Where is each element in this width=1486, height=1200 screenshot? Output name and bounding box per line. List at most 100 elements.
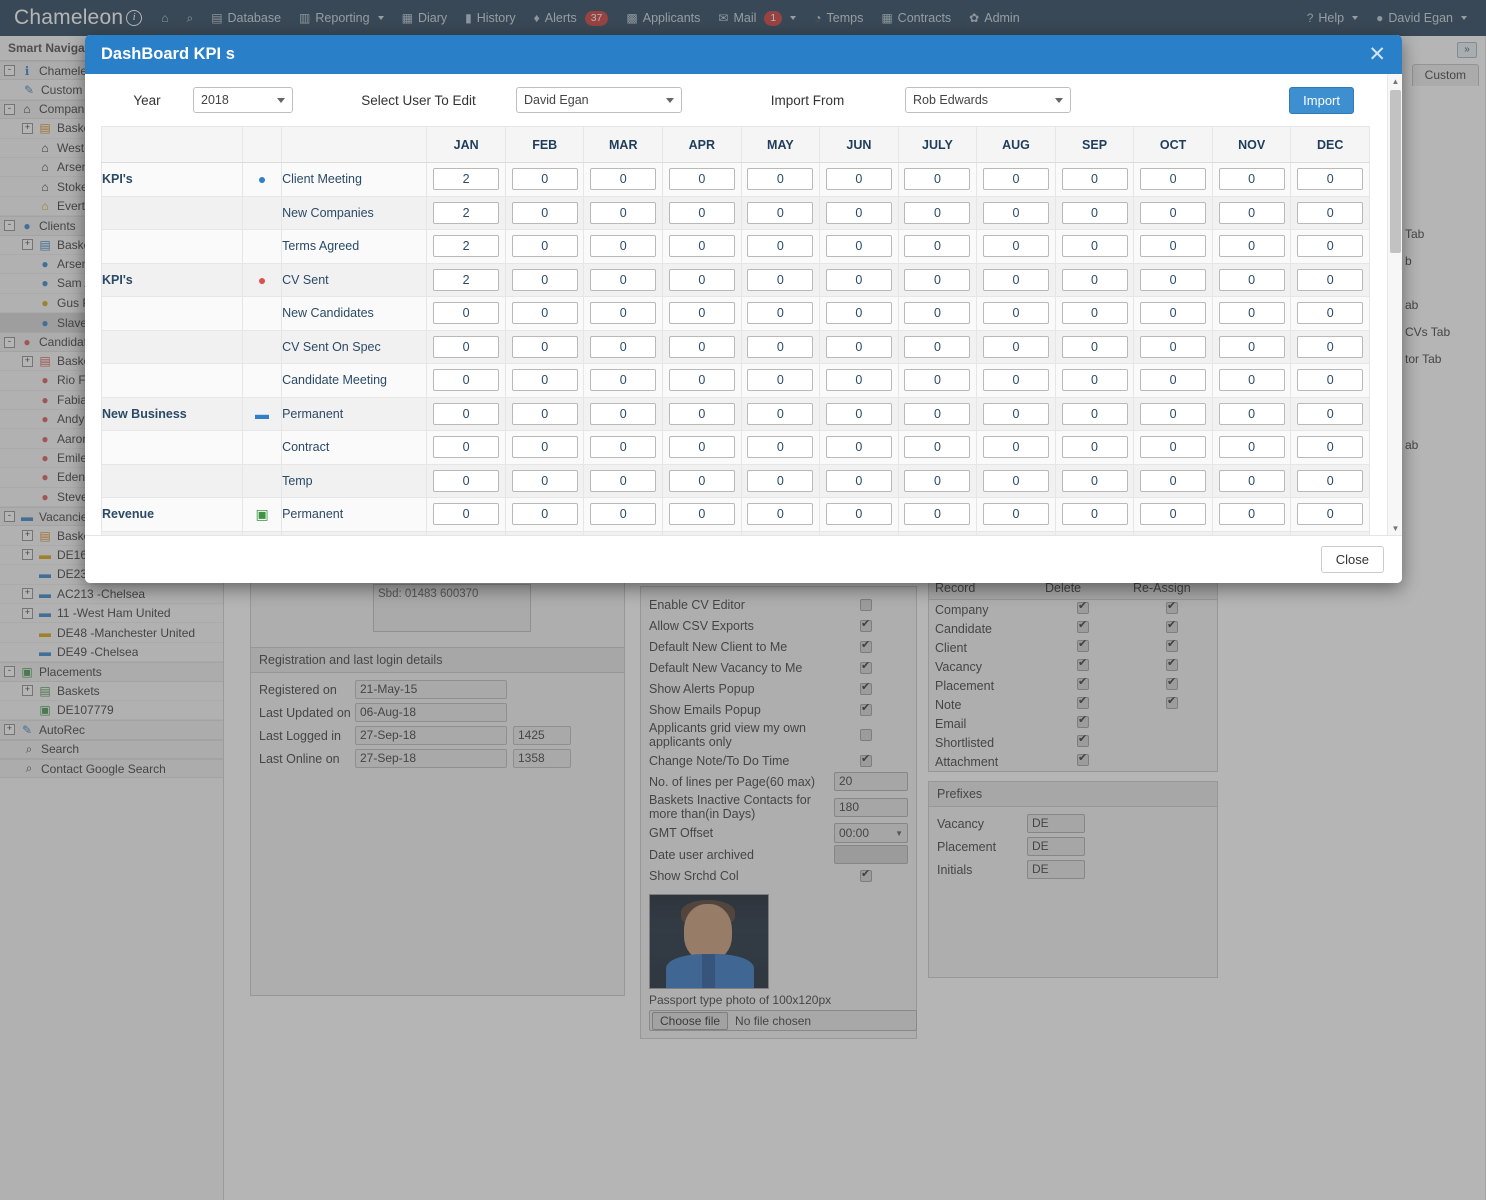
kpi-value-input[interactable]	[747, 335, 814, 358]
kpi-value-input[interactable]	[590, 235, 657, 258]
kpi-value-input[interactable]	[1140, 201, 1207, 224]
kpi-value-input[interactable]	[1061, 402, 1128, 425]
kpi-value-input[interactable]	[1061, 335, 1128, 358]
kpi-value-input[interactable]	[511, 268, 578, 291]
kpi-value-input[interactable]	[668, 503, 735, 526]
kpi-value-input[interactable]	[1140, 436, 1207, 459]
kpi-value-input[interactable]	[1218, 168, 1285, 191]
kpi-value-input[interactable]	[1297, 302, 1364, 325]
kpi-value-input[interactable]	[904, 201, 971, 224]
kpi-value-input[interactable]	[590, 302, 657, 325]
kpi-value-input[interactable]	[1140, 168, 1207, 191]
user-select[interactable]: David Egan	[516, 87, 682, 113]
kpi-value-input[interactable]	[825, 503, 892, 526]
kpi-value-input[interactable]	[747, 235, 814, 258]
kpi-value-input[interactable]	[433, 302, 500, 325]
kpi-value-input[interactable]	[668, 369, 735, 392]
kpi-value-input[interactable]	[433, 335, 500, 358]
kpi-value-input[interactable]	[1061, 201, 1128, 224]
kpi-value-input[interactable]	[747, 402, 814, 425]
kpi-value-input[interactable]	[904, 402, 971, 425]
kpi-value-input[interactable]	[747, 268, 814, 291]
scrollbar-thumb[interactable]	[1390, 90, 1401, 253]
import-from-select[interactable]: Rob Edwards	[905, 87, 1071, 113]
kpi-value-input[interactable]	[982, 268, 1049, 291]
kpi-value-input[interactable]	[1297, 436, 1364, 459]
kpi-value-input[interactable]	[590, 469, 657, 492]
kpi-value-input[interactable]	[825, 302, 892, 325]
kpi-value-input[interactable]	[1061, 503, 1128, 526]
kpi-value-input[interactable]	[982, 436, 1049, 459]
kpi-value-input[interactable]	[904, 268, 971, 291]
kpi-value-input[interactable]	[590, 168, 657, 191]
kpi-value-input[interactable]	[668, 402, 735, 425]
kpi-value-input[interactable]	[1218, 469, 1285, 492]
kpi-value-input[interactable]	[904, 503, 971, 526]
kpi-value-input[interactable]	[982, 335, 1049, 358]
kpi-value-input[interactable]	[982, 168, 1049, 191]
kpi-value-input[interactable]	[433, 268, 500, 291]
kpi-value-input[interactable]	[825, 436, 892, 459]
kpi-value-input[interactable]	[1297, 201, 1364, 224]
kpi-value-input[interactable]	[982, 302, 1049, 325]
kpi-value-input[interactable]	[1218, 503, 1285, 526]
kpi-value-input[interactable]	[668, 302, 735, 325]
kpi-value-input[interactable]	[747, 503, 814, 526]
kpi-value-input[interactable]	[590, 201, 657, 224]
kpi-value-input[interactable]	[1218, 235, 1285, 258]
kpi-value-input[interactable]	[590, 503, 657, 526]
close-icon[interactable]: ✕	[1368, 44, 1386, 65]
kpi-value-input[interactable]	[982, 402, 1049, 425]
kpi-value-input[interactable]	[982, 469, 1049, 492]
kpi-value-input[interactable]	[433, 503, 500, 526]
kpi-value-input[interactable]	[825, 469, 892, 492]
kpi-value-input[interactable]	[511, 402, 578, 425]
kpi-value-input[interactable]	[1140, 369, 1207, 392]
kpi-value-input[interactable]	[1297, 268, 1364, 291]
kpi-value-input[interactable]	[904, 335, 971, 358]
scroll-down-icon[interactable]: ▼	[1388, 521, 1402, 535]
kpi-value-input[interactable]	[511, 469, 578, 492]
kpi-value-input[interactable]	[1297, 369, 1364, 392]
kpi-value-input[interactable]	[982, 235, 1049, 258]
kpi-value-input[interactable]	[747, 302, 814, 325]
kpi-value-input[interactable]	[825, 201, 892, 224]
kpi-value-input[interactable]	[1297, 402, 1364, 425]
kpi-value-input[interactable]	[433, 402, 500, 425]
import-button[interactable]: Import	[1289, 86, 1354, 114]
close-button[interactable]: Close	[1320, 546, 1384, 573]
kpi-value-input[interactable]	[1297, 503, 1364, 526]
kpi-value-input[interactable]	[668, 469, 735, 492]
kpi-value-input[interactable]	[825, 369, 892, 392]
kpi-value-input[interactable]	[1218, 201, 1285, 224]
kpi-value-input[interactable]	[1061, 302, 1128, 325]
kpi-value-input[interactable]	[1218, 402, 1285, 425]
kpi-value-input[interactable]	[433, 469, 500, 492]
kpi-value-input[interactable]	[1061, 268, 1128, 291]
kpi-value-input[interactable]	[825, 235, 892, 258]
kpi-value-input[interactable]	[1218, 436, 1285, 459]
kpi-value-input[interactable]	[825, 168, 892, 191]
kpi-value-input[interactable]	[1140, 235, 1207, 258]
kpi-value-input[interactable]	[1061, 235, 1128, 258]
kpi-value-input[interactable]	[511, 369, 578, 392]
kpi-value-input[interactable]	[433, 235, 500, 258]
kpi-value-input[interactable]	[668, 168, 735, 191]
kpi-value-input[interactable]	[668, 235, 735, 258]
kpi-value-input[interactable]	[511, 235, 578, 258]
kpi-value-input[interactable]	[668, 268, 735, 291]
kpi-value-input[interactable]	[1061, 436, 1128, 459]
kpi-value-input[interactable]	[747, 168, 814, 191]
kpi-value-input[interactable]	[1218, 335, 1285, 358]
kpi-value-input[interactable]	[1140, 469, 1207, 492]
kpi-value-input[interactable]	[1061, 168, 1128, 191]
kpi-value-input[interactable]	[904, 302, 971, 325]
kpi-value-input[interactable]	[982, 503, 1049, 526]
kpi-value-input[interactable]	[1140, 402, 1207, 425]
kpi-value-input[interactable]	[1140, 503, 1207, 526]
kpi-value-input[interactable]	[590, 335, 657, 358]
kpi-value-input[interactable]	[747, 201, 814, 224]
kpi-value-input[interactable]	[904, 168, 971, 191]
kpi-value-input[interactable]	[511, 201, 578, 224]
kpi-value-input[interactable]	[747, 369, 814, 392]
